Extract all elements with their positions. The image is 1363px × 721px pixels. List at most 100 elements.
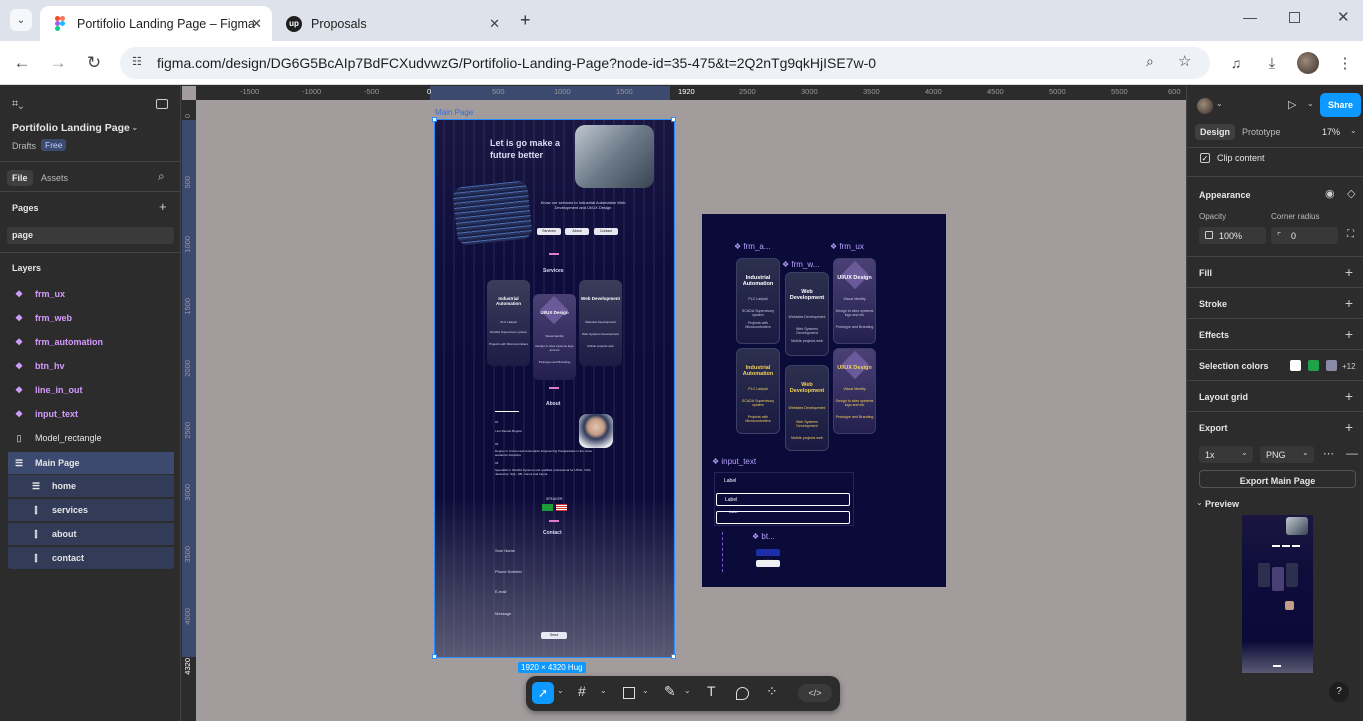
service-card-automation[interactable]: Industrial Automation PLC Ladyial SCADA …: [487, 280, 530, 366]
layer-services[interactable]: ⫿ services: [8, 499, 174, 521]
add-layout-grid-icon[interactable]: +: [1345, 388, 1353, 404]
more-colors-count[interactable]: +12: [1342, 362, 1356, 371]
figma-menu-icon[interactable]: ⌗⌄: [12, 98, 23, 111]
help-button[interactable]: ?: [1329, 682, 1349, 702]
resize-handle[interactable]: [432, 654, 437, 659]
tab-search-button[interactable]: ⌄: [10, 9, 32, 31]
pen-tool[interactable]: ✎: [664, 683, 676, 700]
component-label-frm-w[interactable]: ❖ frm_w...: [782, 260, 819, 269]
component-card-uiux-hover[interactable]: UI/UX Design Visual Identity Design to s…: [833, 348, 876, 434]
input-field[interactable]: Label: [716, 475, 850, 488]
frame-tool[interactable]: #: [578, 683, 586, 699]
input-field[interactable]: Label: [716, 493, 850, 506]
minimize-icon[interactable]: —: [1243, 9, 1257, 25]
chevron-down-icon[interactable]: ⌄: [600, 686, 607, 695]
present-play-icon[interactable]: ▷: [1288, 98, 1296, 111]
layer-home[interactable]: ☰ home: [8, 475, 174, 497]
input-field[interactable]: Label: [716, 510, 850, 524]
send-button[interactable]: Send: [541, 632, 567, 639]
text-tool[interactable]: T: [707, 683, 716, 699]
chevron-down-icon[interactable]: ⌄: [1216, 99, 1223, 108]
component-card-uiux[interactable]: UI/UX Design Visual Identity Design to s…: [833, 258, 876, 344]
forward-icon[interactable]: →: [46, 51, 70, 75]
component-card-web-hover[interactable]: Web Development Websites Development Web…: [785, 365, 829, 451]
media-controls-icon[interactable]: ♫: [1224, 51, 1248, 75]
clip-content-checkbox[interactable]: ✓: [1200, 153, 1210, 163]
input-text-component[interactable]: Label Label Label: [714, 472, 854, 526]
drafts-label[interactable]: Drafts: [12, 141, 36, 151]
flag-usa-icon[interactable]: [556, 504, 567, 511]
add-stroke-icon[interactable]: +: [1345, 295, 1353, 311]
close-tab-icon[interactable]: ✕: [489, 16, 500, 32]
layer-about[interactable]: ⫿ about: [8, 523, 174, 545]
contact-field-message[interactable]: Message: [495, 611, 511, 616]
flag-brazil-icon[interactable]: [542, 504, 553, 511]
tab-design[interactable]: Design: [1195, 124, 1236, 140]
service-card-web[interactable]: Web Development Websites Development Web…: [579, 280, 622, 366]
resize-handle[interactable]: [671, 654, 676, 659]
layer-input-text[interactable]: ❖ input_text: [8, 403, 174, 425]
hero-button-services[interactable]: Services: [537, 228, 561, 235]
add-page-icon[interactable]: +: [159, 199, 167, 214]
component-label-frm-a[interactable]: ❖ frm_a...: [734, 242, 771, 251]
move-tool[interactable]: ➚: [532, 682, 554, 704]
main-page-frame[interactable]: Let is go make a future better Know our …: [434, 119, 675, 658]
layer-btn-hv[interactable]: ❖ btn_hv: [8, 355, 174, 377]
chevron-down-icon[interactable]: ⌄: [1196, 498, 1203, 507]
contact-field-name[interactable]: Sum Name: [495, 548, 515, 553]
new-tab-button[interactable]: +: [520, 10, 531, 31]
add-export-icon[interactable]: +: [1345, 419, 1353, 435]
export-format-select[interactable]: PNG ⌄: [1260, 446, 1314, 463]
page-item[interactable]: page: [7, 227, 174, 244]
profile-avatar[interactable]: [1297, 52, 1319, 74]
user-avatar[interactable]: [1197, 98, 1213, 114]
chevron-down-icon[interactable]: ⌄: [684, 686, 691, 695]
independent-corners-icon[interactable]: ⛶: [1347, 229, 1354, 240]
tab-prototype[interactable]: Prototype: [1242, 127, 1281, 137]
opacity-input[interactable]: 100%: [1199, 227, 1266, 244]
zoom-icon[interactable]: ⌕: [1146, 53, 1154, 70]
export-options-icon[interactable]: ⋯: [1323, 447, 1334, 460]
preview-title[interactable]: Preview: [1205, 499, 1239, 509]
layer-frm-automation[interactable]: ❖ frm_automation: [8, 331, 174, 353]
chevron-down-icon[interactable]: ⌄: [131, 122, 139, 133]
layer-contact[interactable]: ⫿ contact: [8, 547, 174, 569]
color-swatch[interactable]: [1326, 360, 1337, 371]
visibility-eye-icon[interactable]: ◉: [1325, 187, 1335, 200]
resize-handle[interactable]: [432, 117, 437, 122]
url-field[interactable]: ☷ figma.com/design/DG6G5BcAIp7BdFCXudvwz…: [120, 47, 1210, 79]
zoom-level[interactable]: 17%: [1322, 127, 1340, 137]
chevron-down-icon[interactable]: ⌄: [642, 686, 649, 695]
contact-field-phone[interactable]: Phone Number: [495, 569, 522, 574]
download-icon[interactable]: ⤓: [1260, 51, 1284, 75]
chevron-down-icon[interactable]: ⌄: [1307, 99, 1314, 108]
btn-default-variant[interactable]: Label: [756, 560, 780, 574]
frame-name-label[interactable]: Main Page: [435, 108, 473, 117]
remove-export-icon[interactable]: —: [1346, 446, 1358, 460]
export-button[interactable]: Export Main Page: [1199, 470, 1356, 488]
corner-radius-input[interactable]: ⌜ 0: [1271, 227, 1338, 244]
reload-icon[interactable]: ↻: [82, 51, 106, 75]
components-frame[interactable]: ❖ frm_a... ❖ frm_w... ❖ frm_ux Industria…: [702, 214, 946, 587]
color-swatch[interactable]: [1290, 360, 1301, 371]
layer-line-in-out[interactable]: ❖ line_in_out: [8, 379, 174, 401]
comment-tool[interactable]: [736, 687, 749, 700]
btn-hover-variant[interactable]: Label: [756, 549, 780, 563]
restore-icon[interactable]: [1289, 12, 1300, 23]
menu-kebab-icon[interactable]: ⋮: [1333, 51, 1357, 75]
bookmark-star-icon[interactable]: ☆: [1178, 52, 1191, 70]
component-label-frm-ux[interactable]: ❖ frm_ux: [830, 242, 864, 251]
tab-file[interactable]: File: [7, 170, 33, 186]
contact-field-email[interactable]: E-mail: [495, 589, 506, 594]
shape-tool[interactable]: [623, 687, 635, 699]
close-window-icon[interactable]: ✕: [1337, 8, 1350, 26]
color-swatch[interactable]: [1308, 360, 1319, 371]
layer-frm-ux[interactable]: ❖ frm_ux: [8, 283, 174, 305]
layer-main-page[interactable]: ☰ Main Page: [8, 452, 174, 474]
close-tab-icon[interactable]: ✕: [251, 16, 262, 32]
site-info-icon[interactable]: ☷: [132, 55, 142, 68]
chevron-down-icon[interactable]: ⌄: [1350, 126, 1357, 135]
sidebar-toggle-icon[interactable]: [156, 99, 168, 109]
hero-button-contact[interactable]: Contact: [594, 228, 618, 235]
component-card-automation[interactable]: Industrial Automation PLC Ladyial SCADA …: [736, 258, 780, 344]
